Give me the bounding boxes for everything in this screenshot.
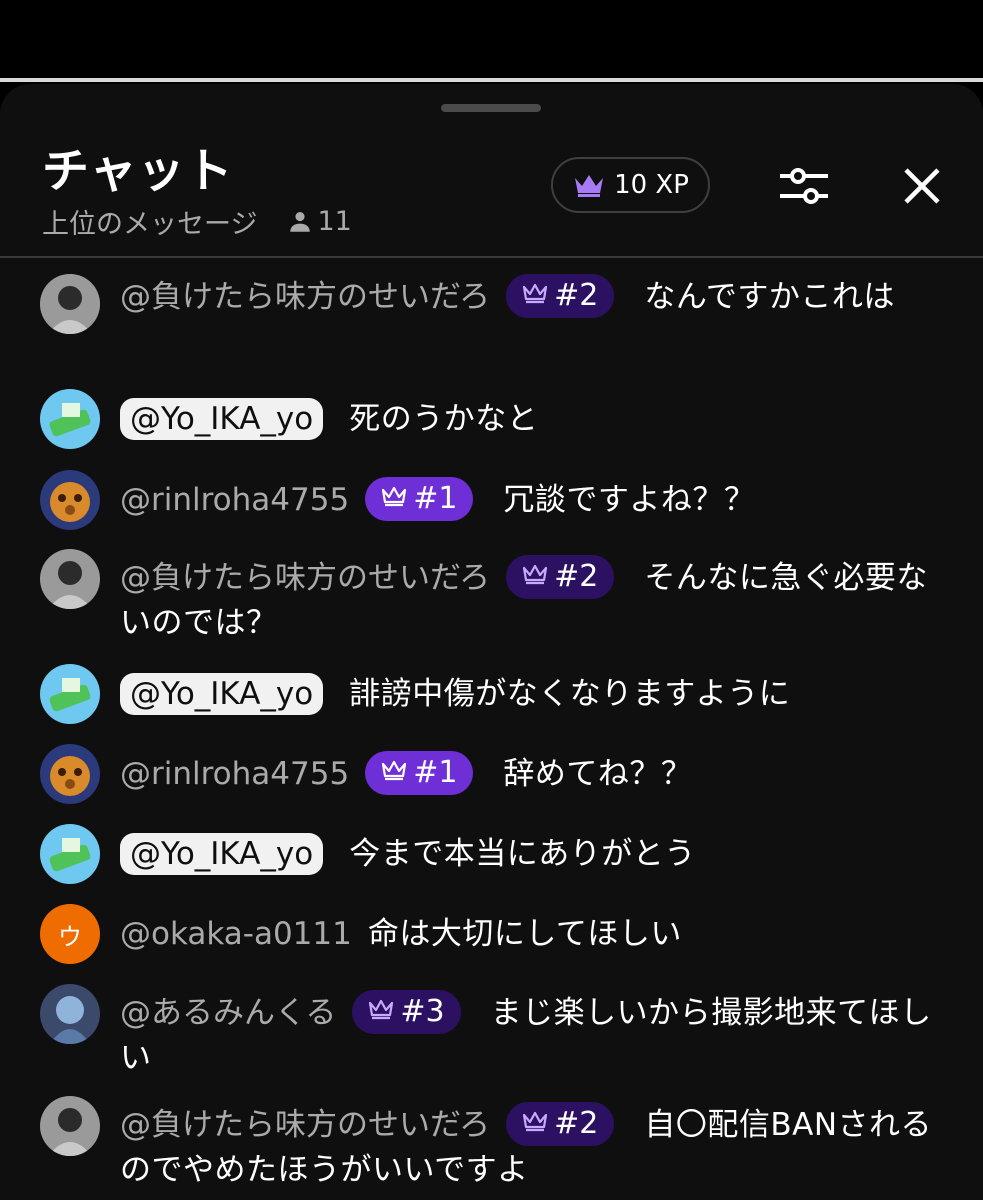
top-divider [0,78,983,82]
avatar[interactable] [40,664,100,724]
filter-settings-icon[interactable] [778,162,830,210]
person-icon [290,211,311,232]
rank-badge: #2 [506,554,615,599]
rank-badge: #1 [365,750,474,795]
rank-badge: #1 [365,476,474,521]
avatar[interactable] [40,274,100,334]
message-text: 辞めてね？？ [503,756,693,792]
crown-outline-icon [523,1111,548,1132]
close-icon[interactable] [898,162,946,210]
message-text: なんですかこれは [644,279,895,315]
rank-badge: #2 [506,273,615,318]
rank-label: #1 [413,480,458,516]
crown-outline-icon [523,283,548,304]
avatar[interactable] [40,389,100,449]
rank-badge: #3 [352,989,461,1034]
crown-outline-icon [523,564,548,585]
crown-outline-icon [369,999,394,1020]
author-name[interactable]: @okaka-a0111 [120,916,352,952]
avatar[interactable] [40,1096,100,1156]
author-name[interactable]: @負けたら味方のせいだろ [120,1107,490,1143]
xp-label: 10 XP [614,170,689,200]
crown-outline-icon [382,760,407,781]
message-text: 冗談ですよね？？ [503,482,756,518]
status-bar-area [0,0,983,78]
message-text: 今まで本当にありがとう [349,836,696,872]
avatar[interactable] [40,744,100,804]
author-name[interactable]: @rinlroha4755 [120,756,349,792]
avatar[interactable] [40,984,100,1044]
message-text: 命は大切にしてほしい [367,916,682,952]
avatar[interactable]: ウ [40,904,100,964]
author-name[interactable]: @rinlroha4755 [120,482,349,518]
rank-label: #3 [400,993,445,1029]
avatar[interactable] [40,549,100,609]
avatar[interactable] [40,470,100,530]
avatar-letter: ウ [58,922,82,951]
author-name[interactable]: @あるみんくる [120,995,336,1031]
rank-label: #2 [554,277,599,313]
message-text: 誹謗中傷がなくなりますように [349,676,791,712]
rank-label: #1 [413,754,458,790]
author-name[interactable]: @Yo_IKA_yo [120,833,324,875]
author-name[interactable]: @Yo_IKA_yo [120,673,324,715]
crown-icon [575,175,604,197]
message-text: 死のうかなと [349,401,539,437]
top-messages-label: 上位のメッセージ [42,209,258,240]
viewer-count-value: 11 [317,206,352,237]
viewer-count: 11 [287,206,352,237]
avatar[interactable] [40,824,100,884]
rank-label: #2 [554,1105,599,1141]
drag-handle[interactable] [441,104,541,112]
chat-title: チャット [42,144,234,199]
rank-label: #2 [554,558,599,594]
author-name[interactable]: @Yo_IKA_yo [120,398,324,440]
rank-badge: #2 [506,1101,615,1146]
chat-mode-label[interactable]: 上位のメッセージ 11 [42,202,352,241]
author-name[interactable]: @負けたら味方のせいだろ [120,560,490,596]
author-name[interactable]: @負けたら味方のせいだろ [120,279,490,315]
header-divider [0,256,983,258]
xp-button[interactable]: 10 XP [551,157,710,213]
chat-sheet: チャット 上位のメッセージ 11 10 XP @負けたら味方のせいだろ #2 な… [0,84,983,1200]
crown-outline-icon [382,486,407,507]
